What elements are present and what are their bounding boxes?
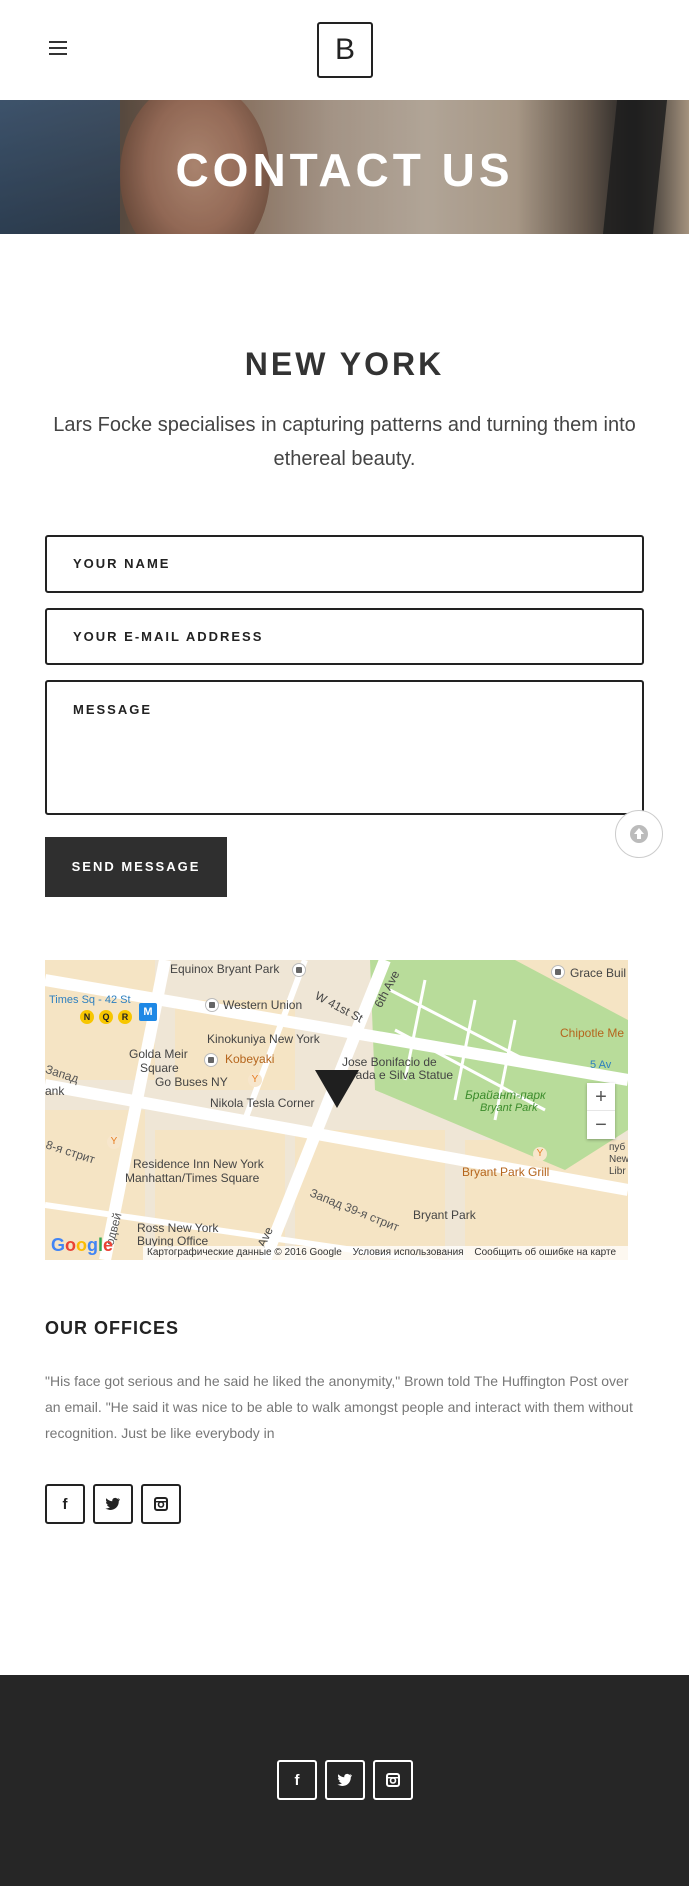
footer-instagram-button[interactable] <box>373 1760 413 1800</box>
map-label-golda: Golda Meir <box>129 1047 188 1061</box>
email-placeholder: YOUR E-MAIL ADDRESS <box>73 629 264 644</box>
map-label-square: Square <box>140 1061 179 1075</box>
facebook-button[interactable]: f <box>45 1484 85 1524</box>
map-report-link[interactable]: Сообщить об ошибке на карте <box>474 1247 616 1258</box>
twitter-icon <box>337 1773 352 1786</box>
map-label-tesla: Nikola Tesla Corner <box>210 1096 315 1110</box>
facebook-icon: f <box>62 1495 68 1513</box>
map-attribution: Картографические данные © 2016 Google Ус… <box>143 1246 628 1260</box>
metro-line-n: N <box>80 1010 94 1024</box>
metro-line-r: R <box>118 1010 132 1024</box>
map-label-ross: Ross New York <box>137 1221 219 1235</box>
map-label-go-buses: Go Buses NY <box>155 1075 228 1089</box>
instagram-button[interactable] <box>141 1484 181 1524</box>
offices-text: "His face got serious and he said he lik… <box>45 1373 633 1441</box>
map-label-bryant-park-en: Bryant Park <box>480 1102 538 1114</box>
metro-line-q: Q <box>99 1010 113 1024</box>
map-label-manhattan: Manhattan/Times Square <box>125 1171 260 1185</box>
intro-text: Lars Focke specialises in capturing patt… <box>53 414 636 470</box>
logo-letter: B <box>334 33 355 66</box>
hero-banner: CONTACT US <box>0 100 689 234</box>
map-label-bank: ank <box>45 1084 65 1098</box>
offices-title: OUR OFFICES <box>45 1318 180 1338</box>
map-label-bryant-park-2: Bryant Park <box>413 1208 476 1222</box>
zoom-in-button[interactable]: + <box>587 1083 615 1111</box>
message-textarea[interactable]: MESSAGE <box>45 680 644 815</box>
map-label-kinokuniya: Kinokuniya New York <box>207 1032 320 1046</box>
restaurant-icon: Y <box>248 1073 262 1087</box>
twitter-icon <box>105 1497 120 1510</box>
map-label-pub2: New <box>609 1154 628 1165</box>
restaurant-icon: Y <box>107 1135 121 1149</box>
city-title: NEW YORK <box>244 346 445 382</box>
map-label-grace: Grace Buil <box>570 966 627 980</box>
map-zoom-control: + − <box>587 1083 615 1139</box>
map-label-western-union: Western Union <box>223 998 303 1012</box>
location-map[interactable]: Equinox Bryant Park Grace Buil Times Sq … <box>45 960 628 1260</box>
logo[interactable]: B <box>317 22 373 78</box>
name-placeholder: YOUR NAME <box>73 556 171 571</box>
scroll-to-top-button[interactable] <box>615 810 663 858</box>
restaurant-icon: Y <box>533 1147 547 1161</box>
map-poi-icon <box>551 965 565 979</box>
metro-icon: M <box>139 1003 157 1021</box>
map-label-pub3: Libr <box>609 1166 626 1177</box>
map-data-credit: Картографические данные © 2016 Google <box>147 1247 342 1258</box>
site-footer: f <box>0 1675 689 1886</box>
site-header: B <box>0 0 689 100</box>
name-input[interactable]: YOUR NAME <box>45 535 644 593</box>
map-label-times-sq: Times Sq - 42 St <box>49 994 131 1006</box>
map-label-jose: Jose Bonifacio de <box>342 1055 437 1069</box>
footer-facebook-button[interactable]: f <box>277 1760 317 1800</box>
map-label-andrada: drada e Silva Statue <box>345 1068 454 1082</box>
arrow-up-icon <box>630 825 648 843</box>
map-label-kobeyaki: Kobeyaki <box>225 1052 275 1066</box>
instagram-icon <box>154 1497 168 1511</box>
map-label-residence: Residence Inn New York <box>133 1157 264 1171</box>
facebook-icon: f <box>294 1771 300 1789</box>
page-title: CONTACT US <box>175 144 514 196</box>
map-label-chipotle: Chipotle Me <box>560 1026 625 1040</box>
map-label-5av: 5 Av <box>590 1059 612 1071</box>
google-logo[interactable]: Google <box>51 1235 113 1256</box>
send-message-button[interactable]: SEND MESSAGE <box>45 837 227 897</box>
map-label-pub1: пуб <box>609 1142 626 1153</box>
map-label-equinox: Equinox Bryant Park <box>170 962 280 976</box>
map-poi-icon <box>292 963 306 977</box>
map-terms-link[interactable]: Условия использования <box>353 1247 464 1258</box>
message-placeholder: MESSAGE <box>73 702 153 717</box>
twitter-button[interactable] <box>93 1484 133 1524</box>
map-label-bryant-park-ru: Брайант-парк <box>465 1088 546 1102</box>
email-input[interactable]: YOUR E-MAIL ADDRESS <box>45 608 644 665</box>
map-marker-icon[interactable] <box>315 1070 359 1108</box>
instagram-icon <box>386 1773 400 1787</box>
zoom-out-button[interactable]: − <box>587 1111 615 1139</box>
hamburger-icon[interactable] <box>49 41 67 55</box>
map-poi-icon <box>204 1053 218 1067</box>
map-poi-icon <box>205 998 219 1012</box>
footer-twitter-button[interactable] <box>325 1760 365 1800</box>
map-label-bryant-grill: Bryant Park Grill <box>462 1165 550 1179</box>
